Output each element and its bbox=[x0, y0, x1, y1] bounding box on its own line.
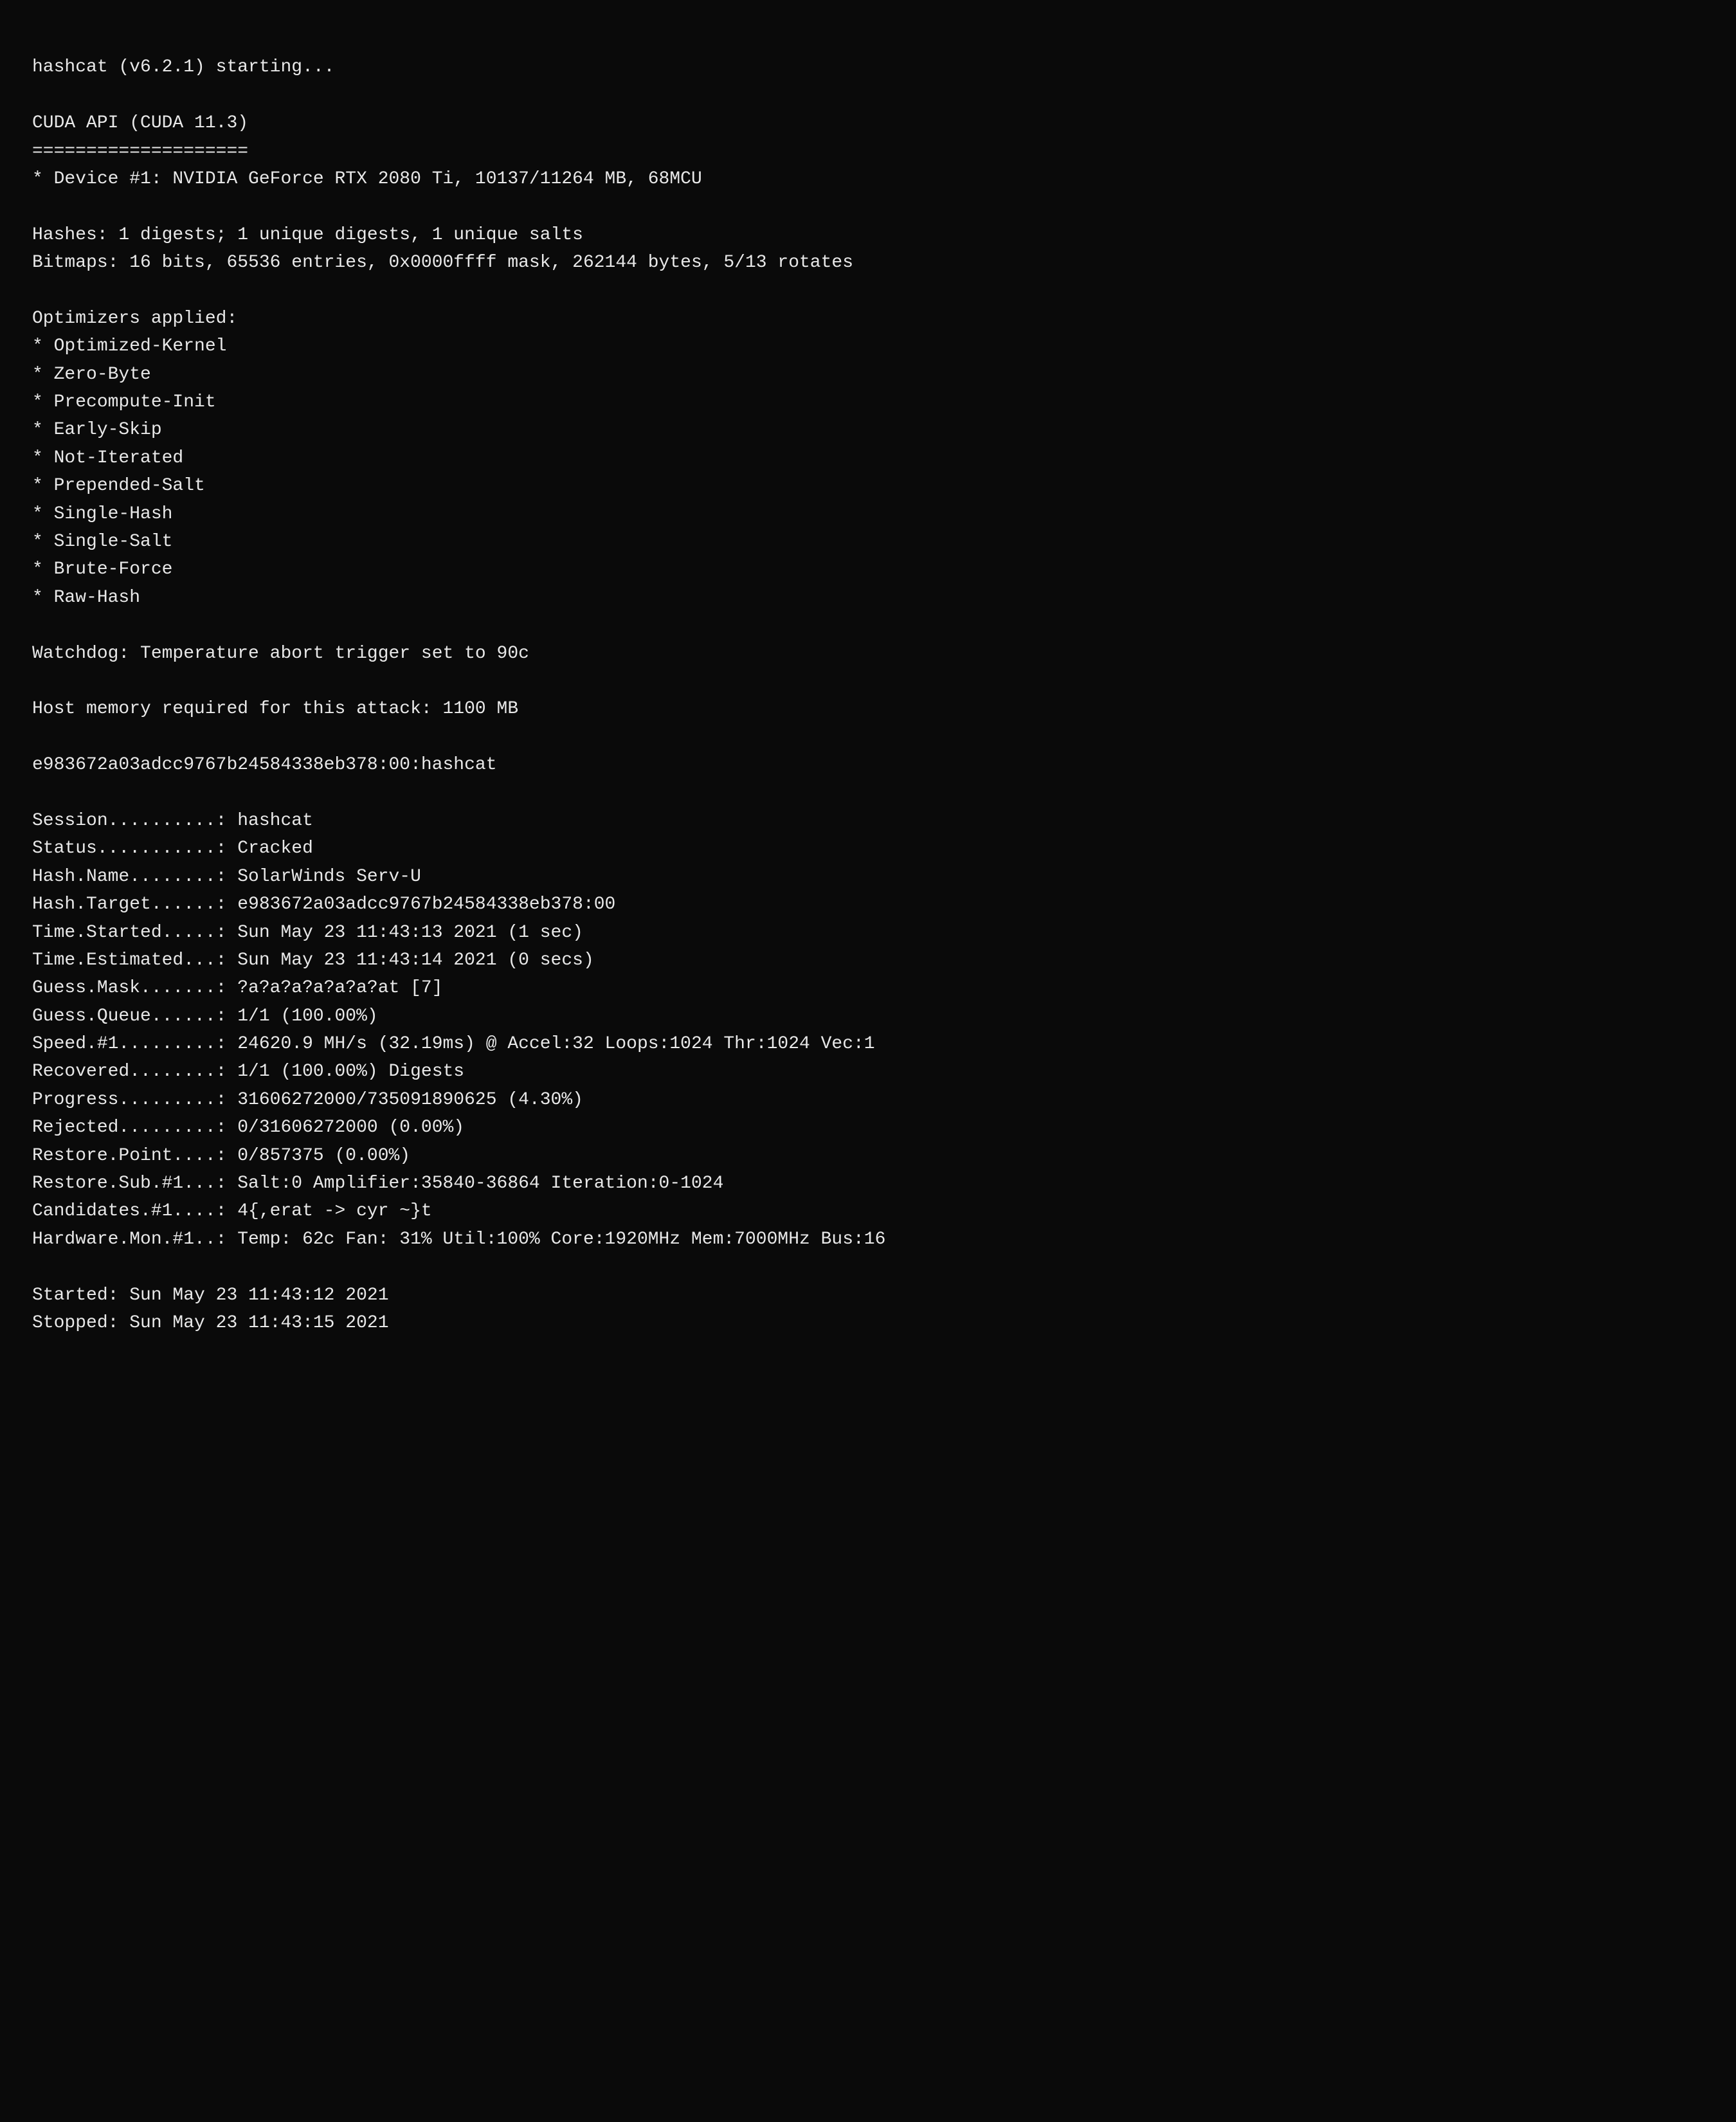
line-18: Watchdog: Temperature abort trigger set … bbox=[32, 640, 1704, 667]
line-23: Hash.Name........: SolarWinds Serv-U bbox=[32, 863, 1704, 891]
line-34: Restore.Sub.#1...: Salt:0 Amplifier:3584… bbox=[32, 1170, 1704, 1197]
line-6: Bitmaps: 16 bits, 65536 entries, 0x0000f… bbox=[32, 249, 1704, 277]
line-25: Time.Started.....: Sun May 23 11:43:13 2… bbox=[32, 919, 1704, 947]
line-21: Session..........: hashcat bbox=[32, 807, 1704, 835]
line-8: * Optimized-Kernel bbox=[32, 332, 1704, 360]
line-24: Hash.Target......: e983672a03adcc9767b24… bbox=[32, 891, 1704, 918]
line-9: * Zero-Byte bbox=[32, 361, 1704, 388]
line-38: Stopped: Sun May 23 11:43:15 2021 bbox=[32, 1309, 1704, 1337]
line-empty-6 bbox=[32, 723, 1704, 751]
line-16: * Brute-Force bbox=[32, 556, 1704, 583]
line-20: e983672a03adcc9767b24584338eb378:00:hash… bbox=[32, 751, 1704, 779]
line-empty-8 bbox=[32, 1253, 1704, 1281]
line-28: Guess.Queue......: 1/1 (100.00%) bbox=[32, 1002, 1704, 1030]
line-36: Hardware.Mon.#1..: Temp: 62c Fan: 31% Ut… bbox=[32, 1226, 1704, 1253]
line-15: * Single-Salt bbox=[32, 528, 1704, 556]
line-empty-4 bbox=[32, 612, 1704, 639]
line-35: Candidates.#1....: 4{,erat -> cyr ~}t bbox=[32, 1197, 1704, 1225]
line-12: * Not-Iterated bbox=[32, 444, 1704, 472]
line-31: Progress.........: 31606272000/735091890… bbox=[32, 1086, 1704, 1114]
line-27: Guess.Mask.......: ?a?a?a?a?a?a?at [7] bbox=[32, 974, 1704, 1002]
line-1: hashcat (v6.2.1) starting... bbox=[32, 53, 1704, 81]
line-26: Time.Estimated...: Sun May 23 11:43:14 2… bbox=[32, 947, 1704, 974]
line-14: * Single-Hash bbox=[32, 500, 1704, 528]
line-32: Rejected.........: 0/31606272000 (0.00%) bbox=[32, 1114, 1704, 1141]
line-29: Speed.#1.........: 24620.9 MH/s (32.19ms… bbox=[32, 1030, 1704, 1058]
line-10: * Precompute-Init bbox=[32, 388, 1704, 416]
line-empty-5 bbox=[32, 667, 1704, 695]
line-33: Restore.Point....: 0/857375 (0.00%) bbox=[32, 1142, 1704, 1170]
line-empty-7 bbox=[32, 779, 1704, 807]
line-22: Status...........: Cracked bbox=[32, 835, 1704, 862]
line-3: ==================== bbox=[32, 138, 1704, 165]
line-19: Host memory required for this attack: 11… bbox=[32, 695, 1704, 723]
line-4: * Device #1: NVIDIA GeForce RTX 2080 Ti,… bbox=[32, 165, 1704, 193]
line-11: * Early-Skip bbox=[32, 416, 1704, 444]
line-empty-1 bbox=[32, 82, 1704, 109]
line-2: CUDA API (CUDA 11.3) bbox=[32, 109, 1704, 137]
line-37: Started: Sun May 23 11:43:12 2021 bbox=[32, 1282, 1704, 1309]
line-5: Hashes: 1 digests; 1 unique digests, 1 u… bbox=[32, 221, 1704, 249]
line-empty-2 bbox=[32, 193, 1704, 221]
terminal-output: hashcat (v6.2.1) starting... CUDA API (CU… bbox=[32, 26, 1704, 1337]
line-7: Optimizers applied: bbox=[32, 305, 1704, 332]
line-13: * Prepended-Salt bbox=[32, 472, 1704, 500]
line-17: * Raw-Hash bbox=[32, 584, 1704, 612]
line-empty-3 bbox=[32, 277, 1704, 305]
line-30: Recovered........: 1/1 (100.00%) Digests bbox=[32, 1058, 1704, 1085]
